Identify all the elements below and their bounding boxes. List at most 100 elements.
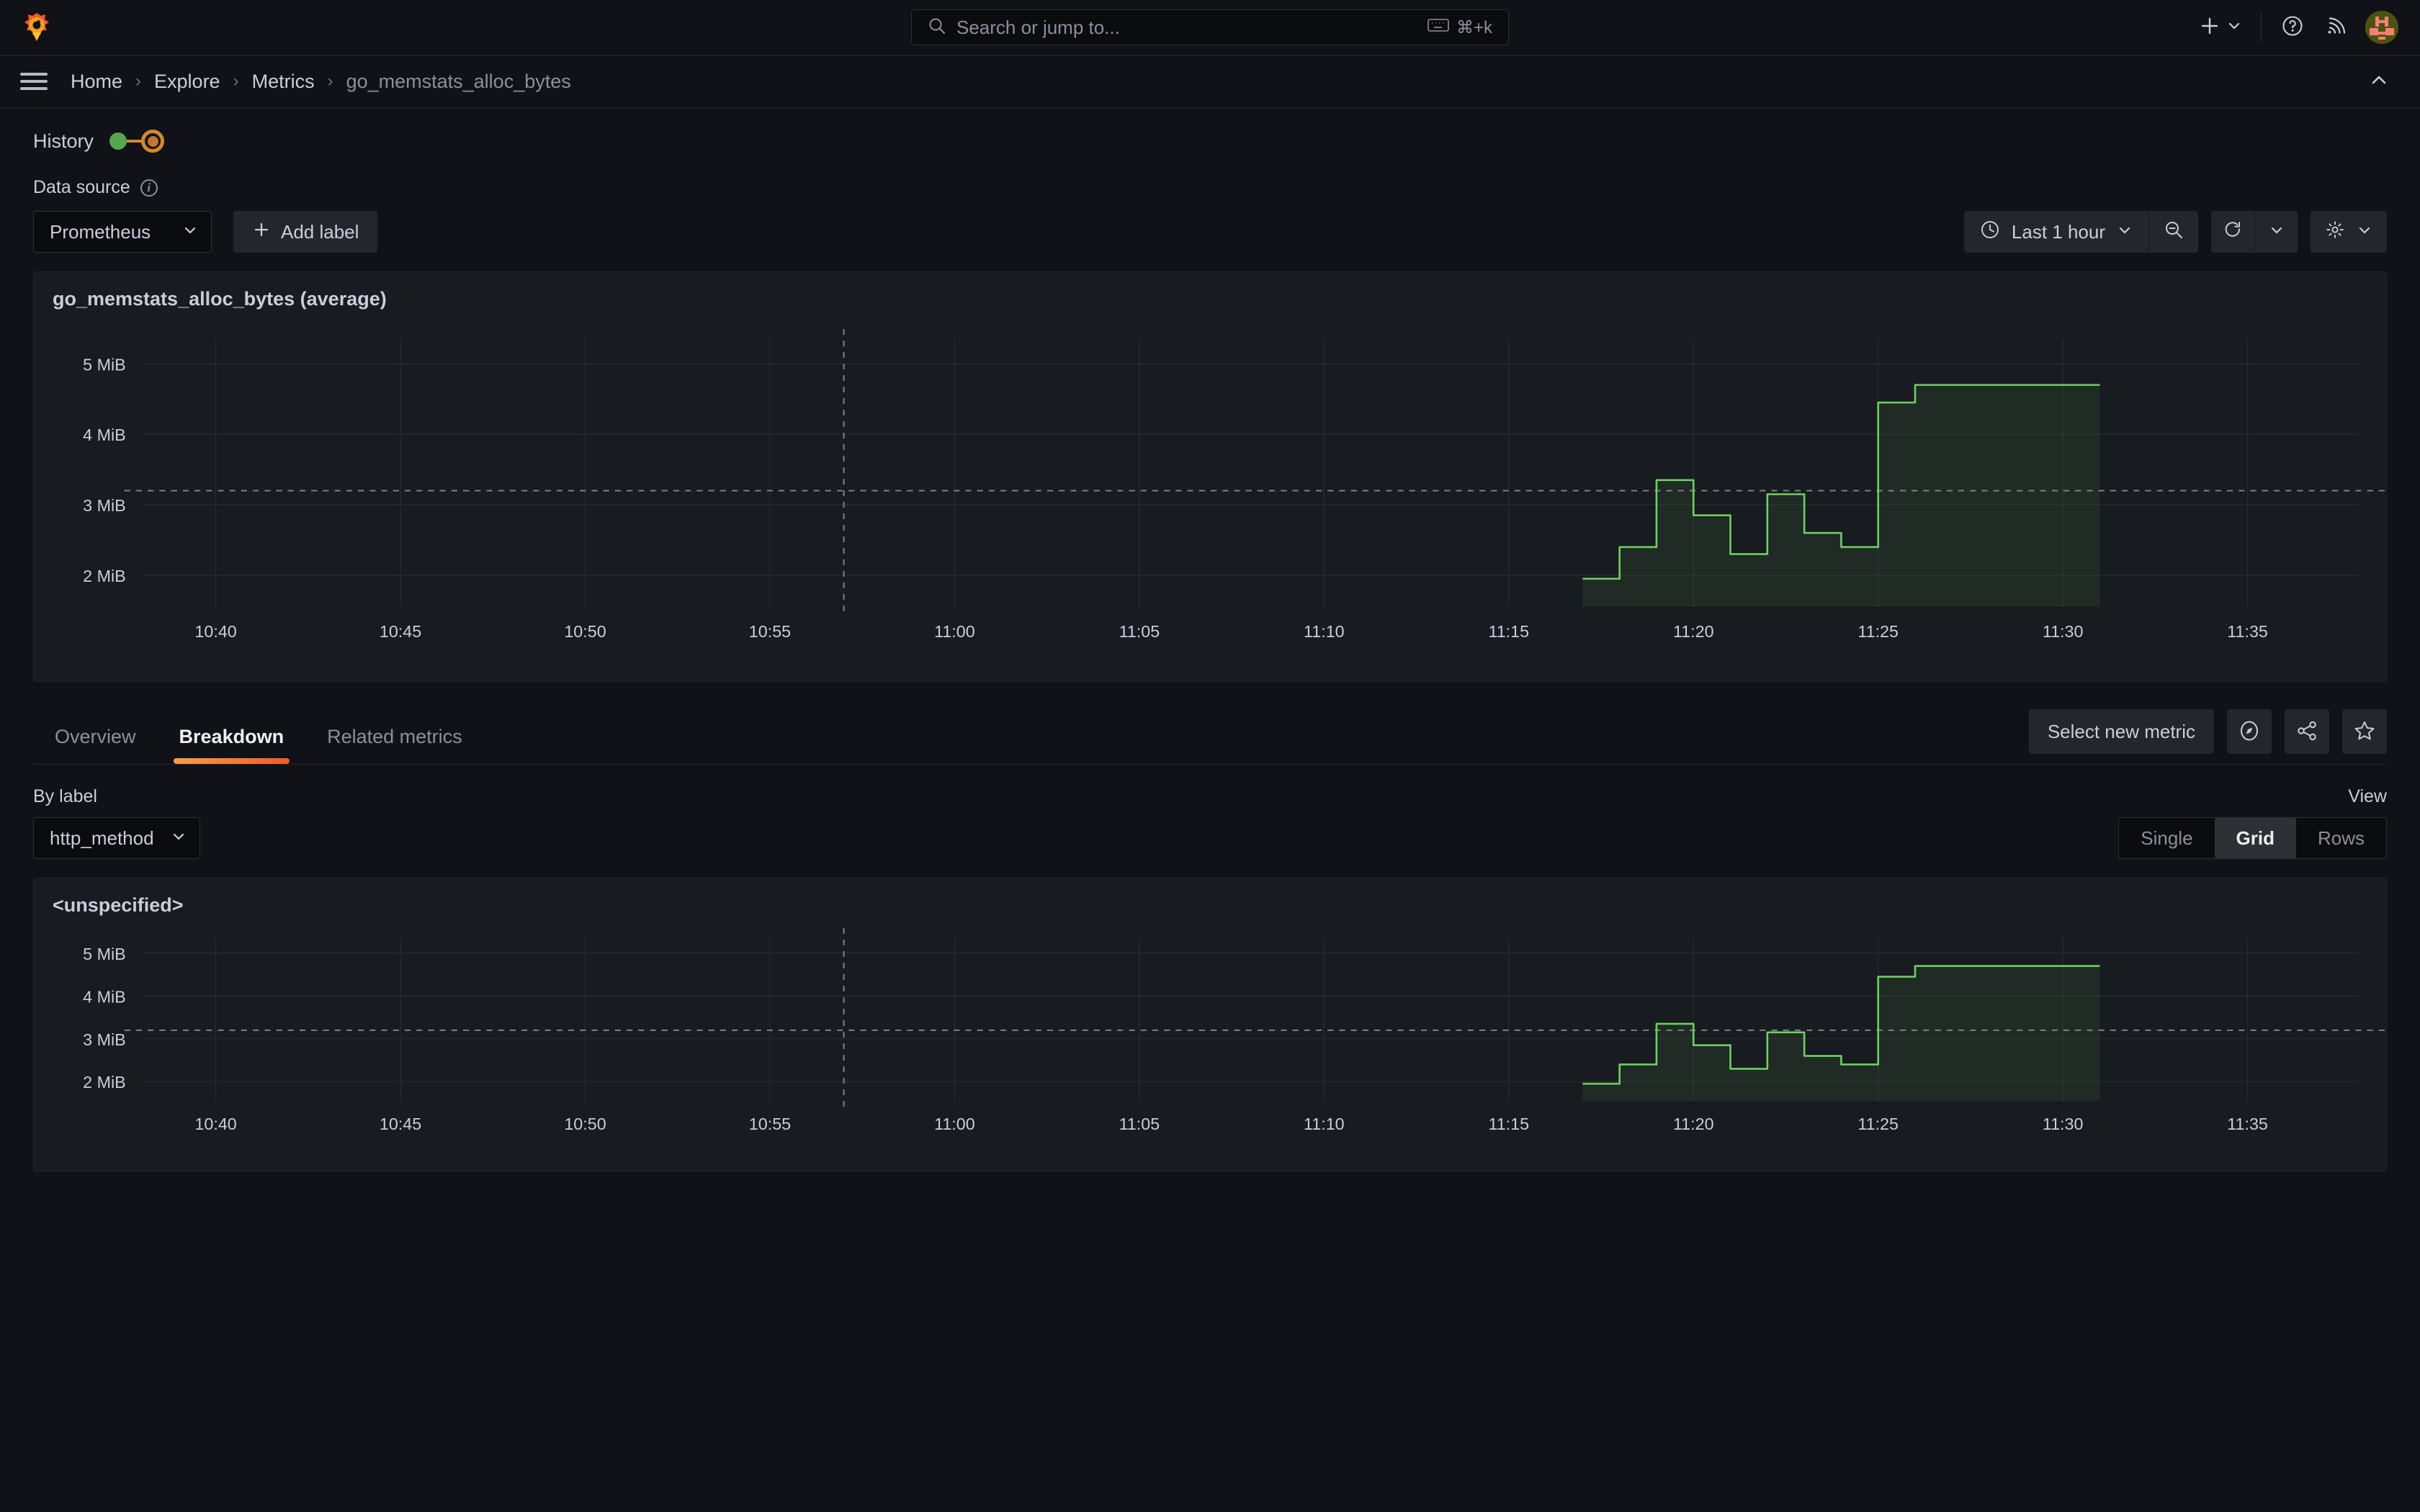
data-source-value: Prometheus xyxy=(50,220,151,243)
svg-text:10:55: 10:55 xyxy=(749,622,791,641)
bookmark-button[interactable] xyxy=(2342,709,2387,754)
svg-text:11:35: 11:35 xyxy=(2227,622,2268,641)
history-label: History xyxy=(33,130,94,152)
star-icon xyxy=(2353,719,2376,744)
grafana-logo-icon[interactable] xyxy=(20,11,53,44)
breadcrumb-item-metrics[interactable]: Metrics xyxy=(252,71,315,93)
share-button[interactable] xyxy=(2285,709,2329,754)
create-new-button[interactable] xyxy=(2197,14,2242,42)
history-breadcrumb-track[interactable] xyxy=(109,130,165,153)
main-timeseries-panel: go_memstats_alloc_bytes (average) 2 MiB 3… xyxy=(33,271,2387,682)
svg-text:10:40: 10:40 xyxy=(194,622,236,641)
share-icon xyxy=(2295,719,2318,744)
svg-text:11:25: 11:25 xyxy=(1857,622,1899,641)
info-icon[interactable]: i xyxy=(140,179,158,197)
breadcrumb: Home › Explore › Metrics › go_memstats_a… xyxy=(71,71,571,93)
svg-text:11:30: 11:30 xyxy=(2043,622,2084,641)
open-in-explore-button[interactable] xyxy=(2227,709,2272,754)
view-option-rows[interactable]: Rows xyxy=(2296,818,2386,858)
toolbar-divider xyxy=(2261,12,2262,42)
search-icon xyxy=(928,17,946,39)
chevron-down-icon xyxy=(2357,221,2372,243)
refresh-icon xyxy=(2223,220,2243,245)
history-connector xyxy=(127,140,142,143)
global-search[interactable]: Search or jump to... ⌘+k xyxy=(911,9,1509,45)
gear-icon xyxy=(2325,220,2345,245)
plus-icon xyxy=(252,220,271,244)
view-control: View Single Grid Rows xyxy=(2118,786,2387,859)
view-title: View xyxy=(2348,786,2387,806)
keyboard-icon xyxy=(1428,17,1449,38)
user-avatar[interactable] xyxy=(2365,11,2398,44)
svg-text:10:45: 10:45 xyxy=(380,622,421,641)
svg-text:10:55: 10:55 xyxy=(749,1115,791,1133)
refresh-button[interactable] xyxy=(2211,211,2254,253)
svg-text:10:40: 10:40 xyxy=(194,1115,236,1133)
breadcrumb-item-current: go_memstats_alloc_bytes xyxy=(346,70,571,92)
zoom-out-button[interactable] xyxy=(2148,211,2198,253)
select-new-metric-button[interactable]: Select new metric xyxy=(2028,709,2214,754)
zoom-out-icon xyxy=(2164,220,2184,245)
clock-icon xyxy=(1980,220,2000,245)
time-range-group: Last 1 hour xyxy=(1963,211,2198,253)
tab-overview[interactable]: Overview xyxy=(33,713,158,764)
svg-text:10:50: 10:50 xyxy=(564,1115,606,1133)
by-label-title: By label xyxy=(33,786,97,806)
breadcrumb-item-explore[interactable]: Explore xyxy=(154,71,220,93)
panel-title: go_memstats_alloc_bytes (average) xyxy=(53,288,387,310)
plus-icon xyxy=(2197,14,2222,42)
history-node-current[interactable] xyxy=(141,130,165,153)
data-source-select[interactable]: Prometheus xyxy=(33,211,212,253)
data-source-label: Data source xyxy=(33,177,130,197)
by-label-control: By label http_method xyxy=(33,786,200,859)
main-chart[interactable]: 2 MiB 3 MiB 4 MiB 5 MiB 10:40 10:45 10:50 10:55… xyxy=(34,310,2386,663)
time-range-picker[interactable]: Last 1 hour xyxy=(1963,211,2148,253)
breadcrumb-item-home[interactable]: Home xyxy=(71,71,122,93)
svg-text:4 MiB: 4 MiB xyxy=(83,426,126,444)
history-node-start[interactable] xyxy=(109,132,127,150)
breakdown-chart[interactable]: 2 MiB 3 MiB 4 MiB 5 MiB 10:40 10:45 10:50 10:55… xyxy=(34,917,2386,1154)
help-button[interactable] xyxy=(2280,14,2305,42)
hamburger-menu-icon[interactable] xyxy=(20,73,48,90)
add-label-button[interactable]: Add label xyxy=(233,211,378,253)
view-radio-group: Single Grid Rows xyxy=(2118,817,2387,859)
svg-text:11:00: 11:00 xyxy=(934,1115,975,1133)
breadcrumb-separator: › xyxy=(327,71,333,91)
svg-text:11:20: 11:20 xyxy=(1673,622,1714,641)
refresh-group xyxy=(2211,211,2298,253)
chevron-up-icon[interactable] xyxy=(2368,69,2390,94)
search-placeholder: Search or jump to... xyxy=(956,16,1120,38)
tab-breakdown[interactable]: Breakdown xyxy=(158,713,306,764)
controls-row: Prometheus Add label Last 1 hour xyxy=(0,198,2420,253)
svg-text:11:05: 11:05 xyxy=(1119,1115,1160,1133)
svg-text:11:25: 11:25 xyxy=(1857,1115,1899,1133)
svg-text:11:20: 11:20 xyxy=(1673,1115,1714,1133)
settings-button[interactable] xyxy=(2311,211,2387,253)
chevron-down-icon xyxy=(171,827,187,850)
news-button[interactable] xyxy=(2323,14,2347,41)
by-label-select[interactable]: http_method xyxy=(33,817,200,859)
svg-text:11:05: 11:05 xyxy=(1119,622,1160,641)
chevron-down-icon xyxy=(2269,221,2285,243)
data-source-label-row: Data source i xyxy=(0,153,2420,198)
svg-text:3 MiB: 3 MiB xyxy=(83,1030,126,1049)
breadcrumb-separator: › xyxy=(233,71,239,91)
tab-related-metrics[interactable]: Related metrics xyxy=(305,713,484,764)
compass-icon xyxy=(2238,719,2261,744)
svg-text:10:50: 10:50 xyxy=(564,622,606,641)
rss-news-icon xyxy=(2323,14,2347,41)
search-input[interactable]: Search or jump to... ⌘+k xyxy=(911,9,1509,45)
breakdown-panel: <unspecified> 2 MiB 3 MiB 4 MiB 5 MiB 10:40 1… xyxy=(33,878,2387,1171)
tab-actions: Select new metric xyxy=(2028,709,2387,764)
svg-text:5 MiB: 5 MiB xyxy=(83,945,126,963)
view-option-grid[interactable]: Grid xyxy=(2214,818,2296,858)
breadcrumb-bar: Home › Explore › Metrics › go_memstats_a… xyxy=(0,55,2420,108)
refresh-interval-dropdown[interactable] xyxy=(2254,211,2298,253)
svg-text:2 MiB: 2 MiB xyxy=(83,567,126,585)
breadcrumb-separator: › xyxy=(135,71,142,91)
help-circle-icon xyxy=(2280,14,2305,42)
view-option-single[interactable]: Single xyxy=(2119,818,2214,858)
tabs-row: Overview Breakdown Related metrics Selec… xyxy=(33,709,2387,765)
svg-text:11:00: 11:00 xyxy=(934,622,975,641)
breakdown-panel-title: <unspecified> xyxy=(53,894,184,916)
